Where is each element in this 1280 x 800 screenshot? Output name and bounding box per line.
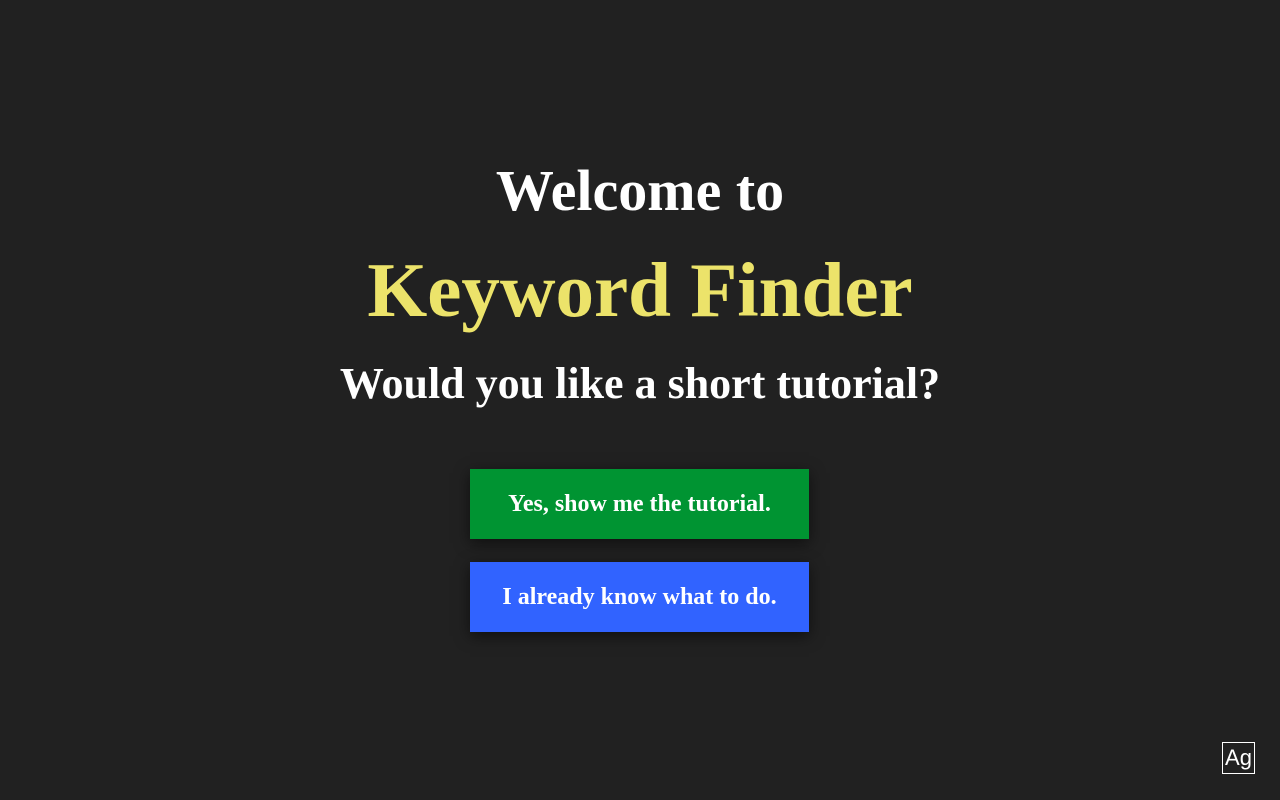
show-tutorial-button[interactable]: Yes, show me the tutorial. (470, 469, 809, 539)
font-size-icon[interactable]: Ag (1222, 742, 1255, 774)
tutorial-question: Would you like a short tutorial? (339, 359, 941, 408)
welcome-heading: Welcome to (495, 158, 785, 223)
app-title: Keyword Finder (367, 247, 913, 333)
skip-tutorial-button-label: I already know what to do. (502, 583, 777, 610)
skip-tutorial-button[interactable]: I already know what to do. (470, 562, 809, 632)
show-tutorial-button-label: Yes, show me the tutorial. (508, 490, 771, 517)
